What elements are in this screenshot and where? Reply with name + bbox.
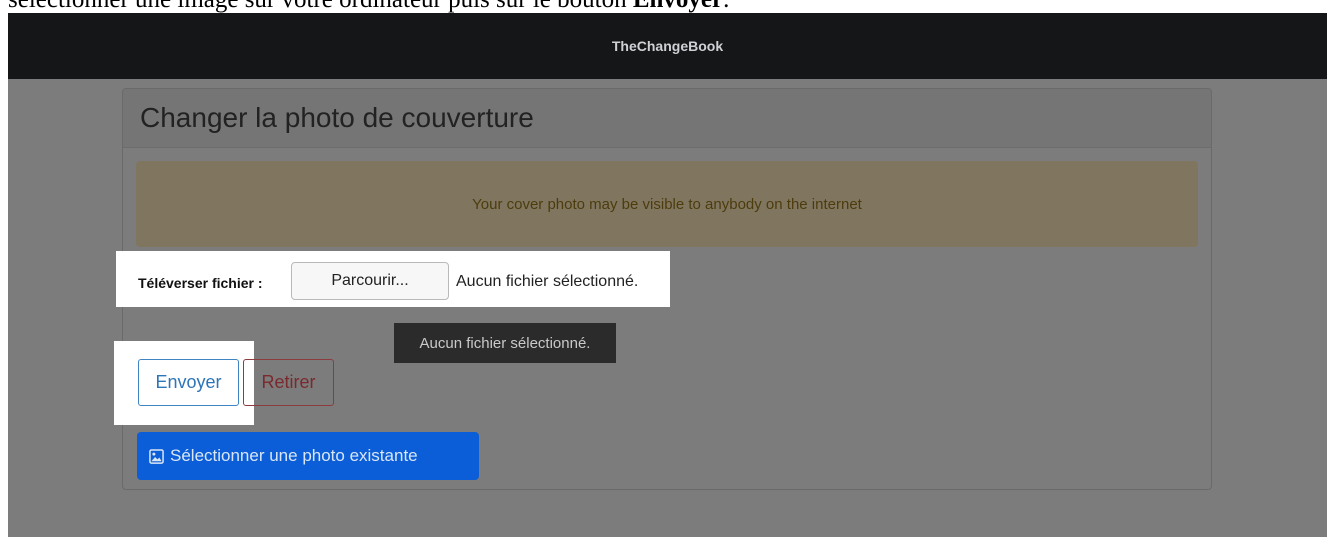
brand-link[interactable]: TheChangeBook	[612, 38, 723, 54]
send-button[interactable]: Envoyer	[138, 359, 239, 406]
existing-photo-label: Sélectionner une photo existante	[170, 446, 418, 465]
privacy-alert: Your cover photo may be visible to anybo…	[136, 161, 1198, 247]
remove-button[interactable]: Retirer	[243, 359, 334, 406]
select-existing-photo-button[interactable]: Sélectionner une photo existante	[137, 432, 479, 480]
upload-label: Téléverser fichier :	[138, 275, 263, 291]
browse-button[interactable]: Parcourir...	[291, 262, 449, 300]
image-icon	[149, 448, 164, 464]
alert-text: Your cover photo may be visible to anybo…	[472, 195, 862, 213]
page-title: Changer la photo de couverture	[140, 102, 534, 133]
document-caption: sélectionner une image sur votre ordinat…	[8, 0, 729, 14]
caption-end: .	[723, 0, 729, 13]
caption-bold: Envoyer	[633, 0, 723, 13]
navbar: TheChangeBook	[8, 13, 1327, 79]
caption-text: sélectionner une image sur votre ordinat…	[8, 0, 633, 13]
file-tooltip: Aucun fichier sélectionné.	[394, 323, 616, 363]
file-status: Aucun fichier sélectionné.	[456, 273, 639, 290]
card-header: Changer la photo de couverture	[123, 89, 1211, 148]
